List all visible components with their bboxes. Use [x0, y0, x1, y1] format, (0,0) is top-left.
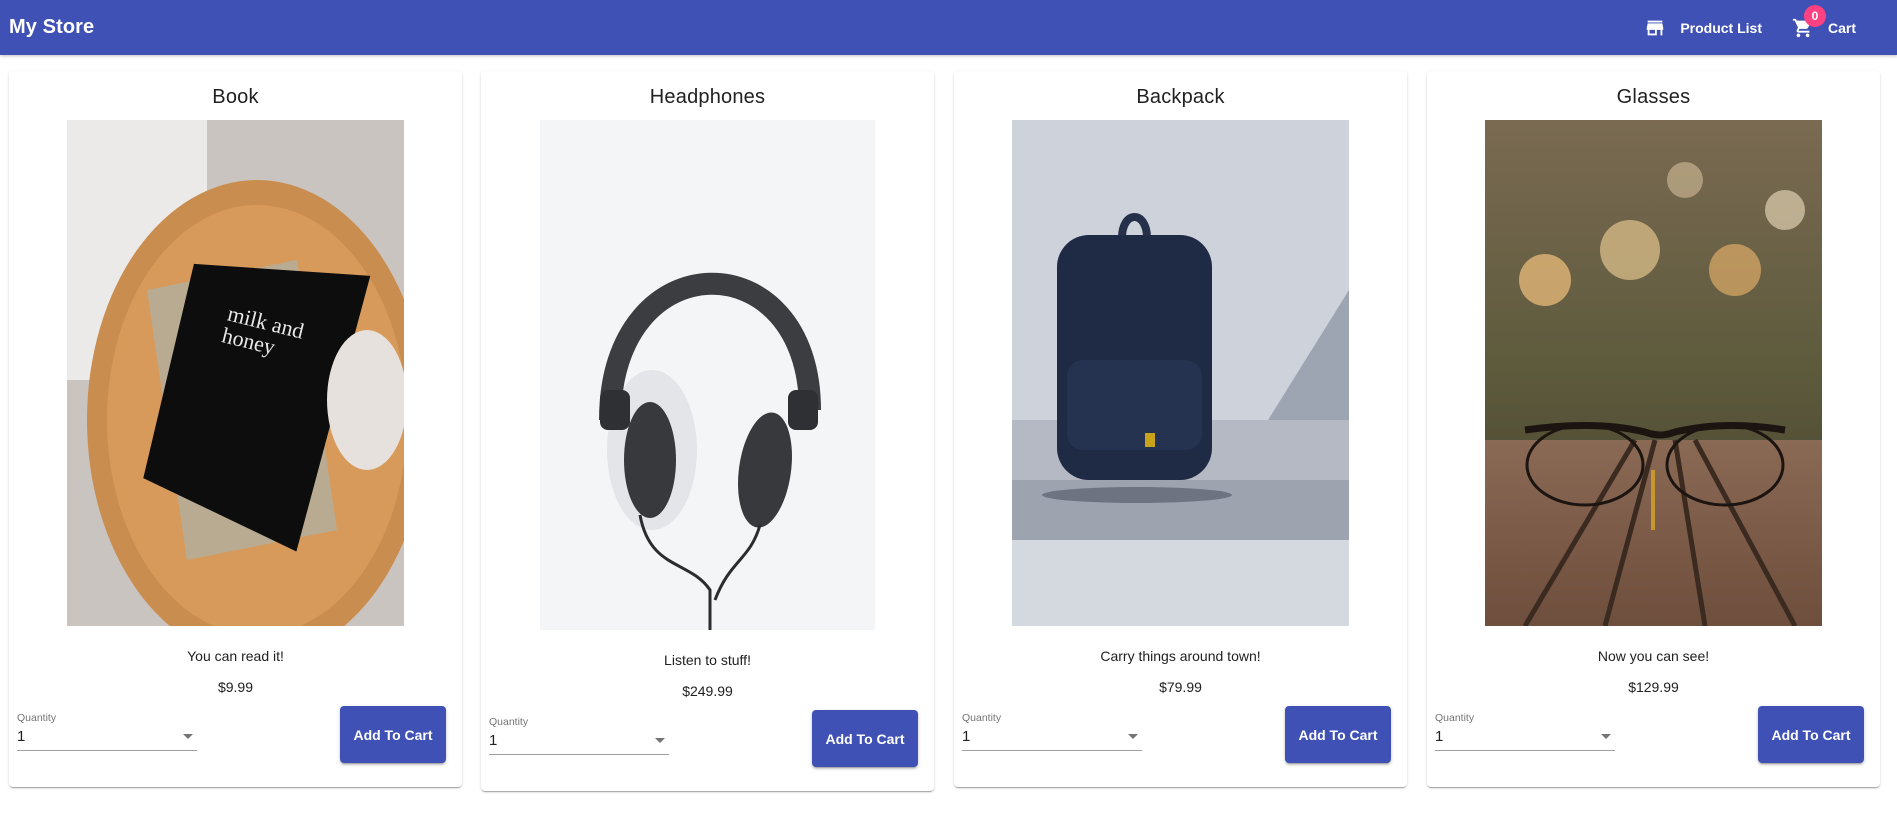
quantity-label: Quantity [962, 712, 1002, 724]
quantity-label: Quantity [17, 712, 57, 724]
quantity-select[interactable]: Quantity 1 [489, 716, 669, 762]
cart-button[interactable]: 0 Cart [1784, 4, 1864, 46]
quantity-value: 1 [1435, 728, 1444, 745]
product-card-actions: Quantity 1 Add To Cart [1427, 706, 1880, 782]
dropdown-arrow-icon [183, 734, 193, 739]
cart-label: Cart [1827, 19, 1856, 36]
product-image: milk and honey [67, 120, 404, 626]
quantity-underline [17, 750, 197, 751]
product-title: Book [212, 86, 259, 108]
quantity-underline [1435, 750, 1615, 751]
product-image [1485, 120, 1822, 626]
quantity-underline [489, 754, 669, 755]
product-card: Glasses Now you can see! $129.99 Quantit… [1427, 71, 1880, 787]
product-title: Headphones [649, 86, 766, 108]
quantity-label: Quantity [489, 716, 529, 728]
product-image [1012, 120, 1349, 626]
quantity-value: 1 [17, 728, 26, 745]
product-price: $129.99 [1628, 679, 1679, 695]
dropdown-arrow-icon [1601, 734, 1611, 739]
product-description: Now you can see! [1597, 648, 1710, 664]
cart-count-badge: 0 [1803, 4, 1826, 27]
store-brand-link[interactable]: My Store [9, 16, 94, 39]
add-to-cart-button[interactable]: Add To Cart [340, 706, 446, 763]
product-list-label: Product List [1680, 19, 1762, 36]
product-price: $79.99 [1159, 679, 1202, 695]
quantity-select[interactable]: Quantity 1 [17, 712, 197, 758]
add-to-cart-button[interactable]: Add To Cart [1285, 706, 1391, 763]
product-card-actions: Quantity 1 Add To Cart [481, 710, 934, 786]
quantity-select[interactable]: Quantity 1 [1435, 712, 1615, 758]
product-description: You can read it! [187, 648, 284, 664]
shopping-cart-icon: 0 [1792, 4, 1826, 39]
product-card: Backpack Carry things around town! $79.9… [954, 71, 1407, 787]
add-to-cart-button[interactable]: Add To Cart [1758, 706, 1864, 763]
product-price: $249.99 [682, 683, 733, 699]
add-to-cart-button[interactable]: Add To Cart [812, 710, 918, 767]
top-app-bar: My Store Product List 0 Cart [0, 0, 1897, 55]
product-grid: Book milk and honey You can read it! $9.… [9, 71, 1881, 791]
product-description: Carry things around town! [1100, 648, 1261, 664]
product-list-button[interactable]: Product List [1636, 10, 1770, 46]
dropdown-arrow-icon [1128, 734, 1138, 739]
product-card-actions: Quantity 1 Add To Cart [954, 706, 1407, 782]
product-description: Listen to stuff! [664, 652, 751, 668]
storefront-icon [1644, 17, 1666, 39]
product-card-actions: Quantity 1 Add To Cart [9, 706, 462, 782]
quantity-value: 1 [962, 728, 971, 745]
product-image [540, 120, 875, 630]
quantity-value: 1 [489, 732, 498, 749]
product-title: Backpack [1136, 86, 1225, 108]
quantity-select[interactable]: Quantity 1 [962, 712, 1142, 758]
quantity-underline [962, 750, 1142, 751]
product-title: Glasses [1616, 86, 1691, 108]
quantity-label: Quantity [1435, 712, 1475, 724]
product-card: Book milk and honey You can read it! $9.… [9, 71, 462, 787]
dropdown-arrow-icon [655, 738, 665, 743]
product-card: Headphones Listen to stuff! $249.99 Quan… [481, 71, 934, 791]
product-price: $9.99 [217, 679, 254, 695]
